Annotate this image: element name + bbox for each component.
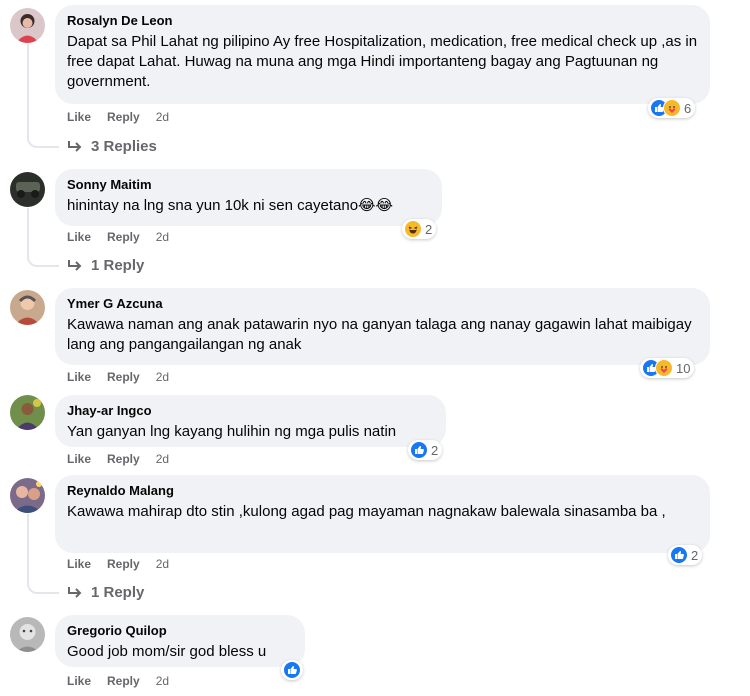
avatar[interactable] bbox=[10, 172, 45, 207]
comment-text: Yan ganyan lng kayang hulihin ng mga pul… bbox=[67, 423, 397, 440]
reaction-summary[interactable]: 10 bbox=[640, 358, 695, 378]
reaction-count: 2 bbox=[691, 547, 699, 563]
care-reaction-icon bbox=[655, 359, 673, 377]
comment-author[interactable]: Ymer G Azcuna bbox=[67, 296, 698, 312]
reply-button[interactable]: Reply bbox=[107, 370, 140, 384]
comment-bubble: Gregorio Quilop Good job mom/sir god ble… bbox=[55, 615, 305, 667]
comment-text: Kawawa mahirap dto stin ,kulong agad pag… bbox=[67, 503, 666, 520]
replies-count-label: 1 Reply bbox=[91, 257, 145, 274]
reaction-summary[interactable]: 2 bbox=[668, 545, 703, 565]
comment-timestamp[interactable]: 2d bbox=[156, 230, 169, 244]
comment-bubble: Reynaldo Malang Kawawa mahirap dto stin … bbox=[55, 475, 710, 553]
thread-connector bbox=[27, 514, 59, 594]
comment-actions: Like Reply 2d bbox=[67, 674, 169, 688]
reply-button[interactable]: Reply bbox=[107, 110, 140, 124]
like-reaction-icon bbox=[670, 546, 688, 564]
comment-actions: Like Reply 2d bbox=[67, 370, 169, 384]
like-button[interactable]: Like bbox=[67, 452, 91, 466]
comment-author[interactable]: Gregorio Quilop bbox=[67, 623, 293, 639]
reaction-count: 2 bbox=[431, 442, 439, 458]
comment-actions: Like Reply 2d bbox=[67, 110, 169, 124]
comment-text: hinintay na lng sna yun 10k ni sen cayet… bbox=[67, 197, 394, 214]
view-replies-link[interactable]: 1 Reply bbox=[67, 584, 144, 601]
comment-text: Kawawa naman ang anak patawarin nyo na g… bbox=[67, 316, 692, 353]
avatar[interactable] bbox=[10, 290, 45, 325]
comment-author[interactable]: Rosalyn De Leon bbox=[67, 13, 698, 29]
comment-bubble: Rosalyn De Leon Dapat sa Phil Lahat ng p… bbox=[55, 5, 710, 104]
like-button[interactable]: Like bbox=[67, 230, 91, 244]
reaction-count: 2 bbox=[425, 221, 433, 237]
reaction-count: 6 bbox=[684, 100, 692, 116]
comment-timestamp[interactable]: 2d bbox=[156, 557, 169, 571]
like-button[interactable]: Like bbox=[67, 674, 91, 688]
avatar[interactable] bbox=[10, 395, 45, 430]
like-button[interactable]: Like bbox=[67, 370, 91, 384]
like-button[interactable]: Like bbox=[67, 110, 91, 124]
reply-arrow-icon bbox=[68, 259, 82, 271]
comment-text: Dapat sa Phil Lahat ng pilipino Ay free … bbox=[67, 33, 698, 90]
view-replies-link[interactable]: 3 Replies bbox=[67, 138, 157, 155]
reaction-summary[interactable]: 6 bbox=[648, 98, 696, 118]
comment-bubble: Jhay-ar Ingco Yan ganyan lng kayang huli… bbox=[55, 395, 446, 447]
comment-author[interactable]: Jhay-ar Ingco bbox=[67, 403, 434, 419]
avatar[interactable] bbox=[10, 478, 45, 513]
avatar[interactable] bbox=[10, 8, 45, 43]
reply-button[interactable]: Reply bbox=[107, 557, 140, 571]
comment-actions: Like Reply 2d bbox=[67, 452, 169, 466]
comment-bubble: Ymer G Azcuna Kawawa naman ang anak pata… bbox=[55, 288, 710, 365]
care-reaction-icon bbox=[663, 99, 681, 117]
reply-button[interactable]: Reply bbox=[107, 452, 140, 466]
haha-reaction-icon bbox=[404, 220, 422, 238]
avatar[interactable] bbox=[10, 617, 45, 652]
reply-button[interactable]: Reply bbox=[107, 230, 140, 244]
reaction-summary[interactable] bbox=[281, 660, 303, 680]
like-reaction-icon bbox=[283, 661, 301, 679]
replies-count-label: 1 Reply bbox=[91, 584, 145, 601]
reaction-summary[interactable]: 2 bbox=[402, 219, 437, 239]
reply-arrow-icon bbox=[68, 140, 82, 152]
reaction-summary[interactable]: 2 bbox=[408, 440, 443, 460]
like-button[interactable]: Like bbox=[67, 557, 91, 571]
reply-button[interactable]: Reply bbox=[107, 674, 140, 688]
reaction-count: 10 bbox=[676, 360, 691, 376]
comment-text: Good job mom/sir god bless u bbox=[67, 643, 267, 660]
comment-author[interactable]: Sonny Maitim bbox=[67, 177, 430, 193]
comment-author[interactable]: Reynaldo Malang bbox=[67, 483, 698, 499]
thread-connector bbox=[27, 208, 59, 267]
replies-count-label: 3 Replies bbox=[91, 138, 157, 155]
comment-actions: Like Reply 2d bbox=[67, 557, 169, 571]
view-replies-link[interactable]: 1 Reply bbox=[67, 257, 144, 274]
comment-timestamp[interactable]: 2d bbox=[156, 110, 169, 124]
comment-timestamp[interactable]: 2d bbox=[156, 674, 169, 688]
comment-timestamp[interactable]: 2d bbox=[156, 452, 169, 466]
comment-bubble: Sonny Maitim hinintay na lng sna yun 10k… bbox=[55, 169, 442, 226]
comment-timestamp[interactable]: 2d bbox=[156, 370, 169, 384]
thread-connector bbox=[27, 44, 59, 148]
comment-actions: Like Reply 2d bbox=[67, 230, 169, 244]
reply-arrow-icon bbox=[68, 586, 82, 598]
like-reaction-icon bbox=[410, 441, 428, 459]
